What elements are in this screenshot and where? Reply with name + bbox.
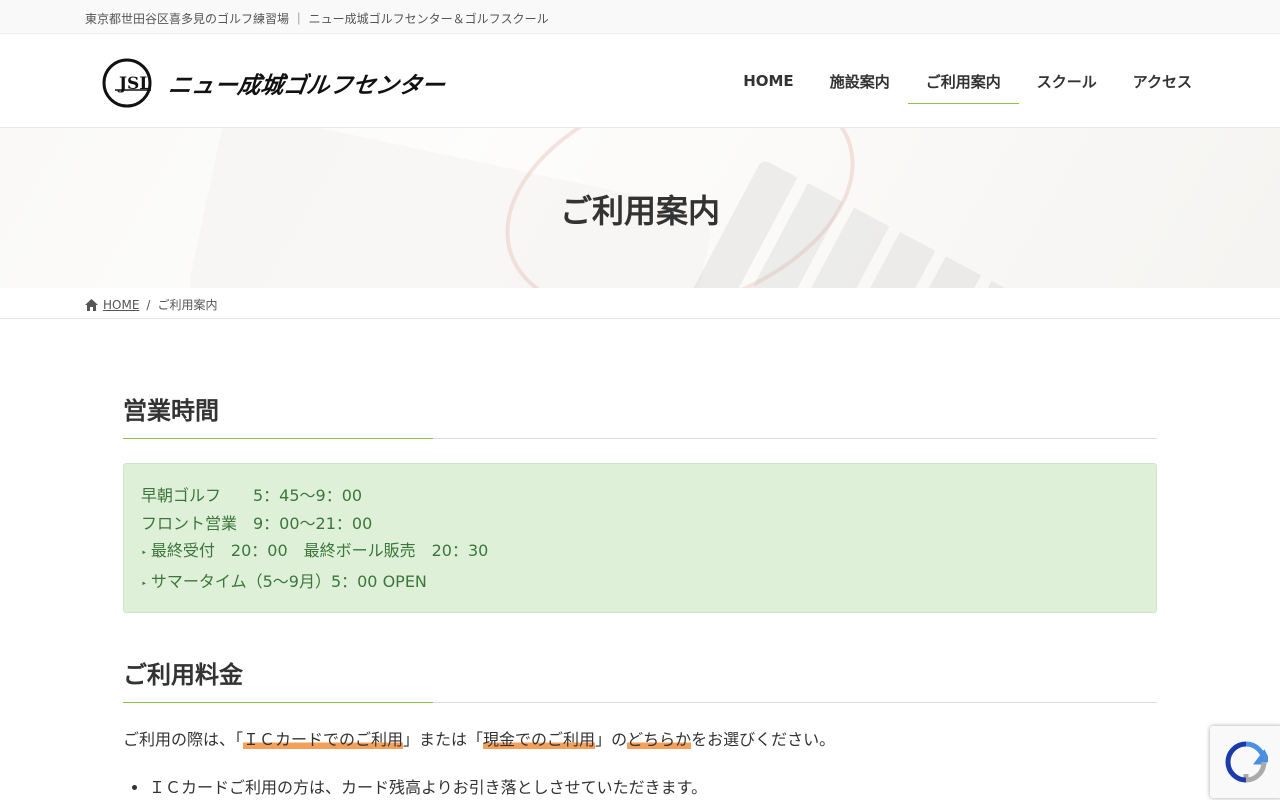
nav-access[interactable]: アクセス bbox=[1115, 34, 1210, 128]
triangle-bullet-icon: ‣ bbox=[141, 548, 147, 559]
top-bar: 東京都世田谷区喜多見のゴルフ練習場 ｜ ニュー成城ゴルフセンター＆ゴルフスクール bbox=[0, 0, 1280, 34]
breadcrumb: HOME / ご利用案内 bbox=[0, 288, 1280, 319]
hours-line-bulleted: ‣ 最終受付 20：00 最終ボール販売 20：30 bbox=[141, 537, 1139, 568]
site-header: JSL ニュー成城ゴルフセンター HOME 施設案内 ご利用案内 スクール アク… bbox=[0, 34, 1280, 128]
fees-list: ＩＣカードご利用の方は、カード残高よりお引き落としさせていただきます。 bbox=[123, 775, 1157, 800]
svg-text:JSL: JSL bbox=[117, 74, 151, 94]
page-hero: ご利用案内 bbox=[0, 128, 1280, 288]
triangle-bullet-icon: ‣ bbox=[141, 578, 147, 590]
nav-facilities[interactable]: 施設案内 bbox=[812, 34, 908, 128]
logo-mark-icon: JSL bbox=[102, 58, 152, 108]
logo-text: ニュー成城ゴルフセンター bbox=[166, 73, 447, 99]
nav-school[interactable]: スクール bbox=[1019, 34, 1115, 128]
fees-intro: ご利用の際は、「ＩＣカードでのご利用」または「現金でのご利用」のどちらかをお選び… bbox=[123, 727, 1157, 753]
main-nav: HOME 施設案内 ご利用案内 スクール アクセス bbox=[725, 34, 1210, 128]
recaptcha-icon bbox=[1225, 741, 1268, 783]
hours-info-box: 早朝ゴルフ 5：45〜9：00 フロント営業 9：00〜21：00 ‣ 最終受付 … bbox=[123, 463, 1157, 613]
highlight-ic-card: ＩＣカードでのご利用 bbox=[243, 730, 404, 749]
breadcrumb-home-link[interactable]: HOME bbox=[103, 298, 139, 312]
page-title: ご利用案内 bbox=[559, 192, 720, 230]
list-item: ＩＣカードご利用の方は、カード残高よりお引き落としさせていただきます。 bbox=[149, 775, 1157, 800]
recaptcha-badge[interactable] bbox=[1210, 726, 1280, 798]
breadcrumb-separator: / bbox=[146, 297, 151, 312]
intro-text: をお選びください。 bbox=[691, 730, 836, 749]
site-tagline: 東京都世田谷区喜多見のゴルフ練習場 ｜ ニュー成城ゴルフセンター＆ゴルフスクール bbox=[85, 12, 549, 26]
site-logo[interactable]: JSL ニュー成城ゴルフセンター bbox=[101, 56, 447, 110]
intro-text: 」の bbox=[595, 730, 628, 749]
hours-line: 早朝ゴルフ 5：45〜9：00 bbox=[141, 486, 363, 505]
nav-home[interactable]: HOME bbox=[725, 34, 811, 128]
nav-usage-guide[interactable]: ご利用案内 bbox=[907, 34, 1019, 128]
highlight-either: どちらか bbox=[627, 730, 692, 749]
hours-line: フロント営業 9：00〜21：00 bbox=[141, 513, 373, 533]
intro-text: 」または「 bbox=[403, 730, 484, 749]
fees-heading: ご利用料金 bbox=[123, 655, 1157, 703]
intro-text: ご利用の際は、「 bbox=[123, 730, 244, 749]
hours-line-bulleted: ‣ サマータイム（5〜9月）5：00 OPEN bbox=[141, 568, 1139, 599]
hours-line-text: サマータイム（5〜9月）5：00 OPEN bbox=[150, 571, 427, 591]
breadcrumb-current: ご利用案内 bbox=[157, 298, 218, 312]
main-content: 営業時間 早朝ゴルフ 5：45〜9：00 フロント営業 9：00〜21：00 ‣… bbox=[123, 319, 1157, 800]
home-icon bbox=[85, 298, 98, 311]
highlight-cash: 現金でのご利用 bbox=[483, 730, 596, 749]
hours-line-text: 最終受付 20：00 最終ボール販売 20：30 bbox=[150, 541, 489, 560]
hours-heading: 営業時間 bbox=[123, 391, 1157, 439]
